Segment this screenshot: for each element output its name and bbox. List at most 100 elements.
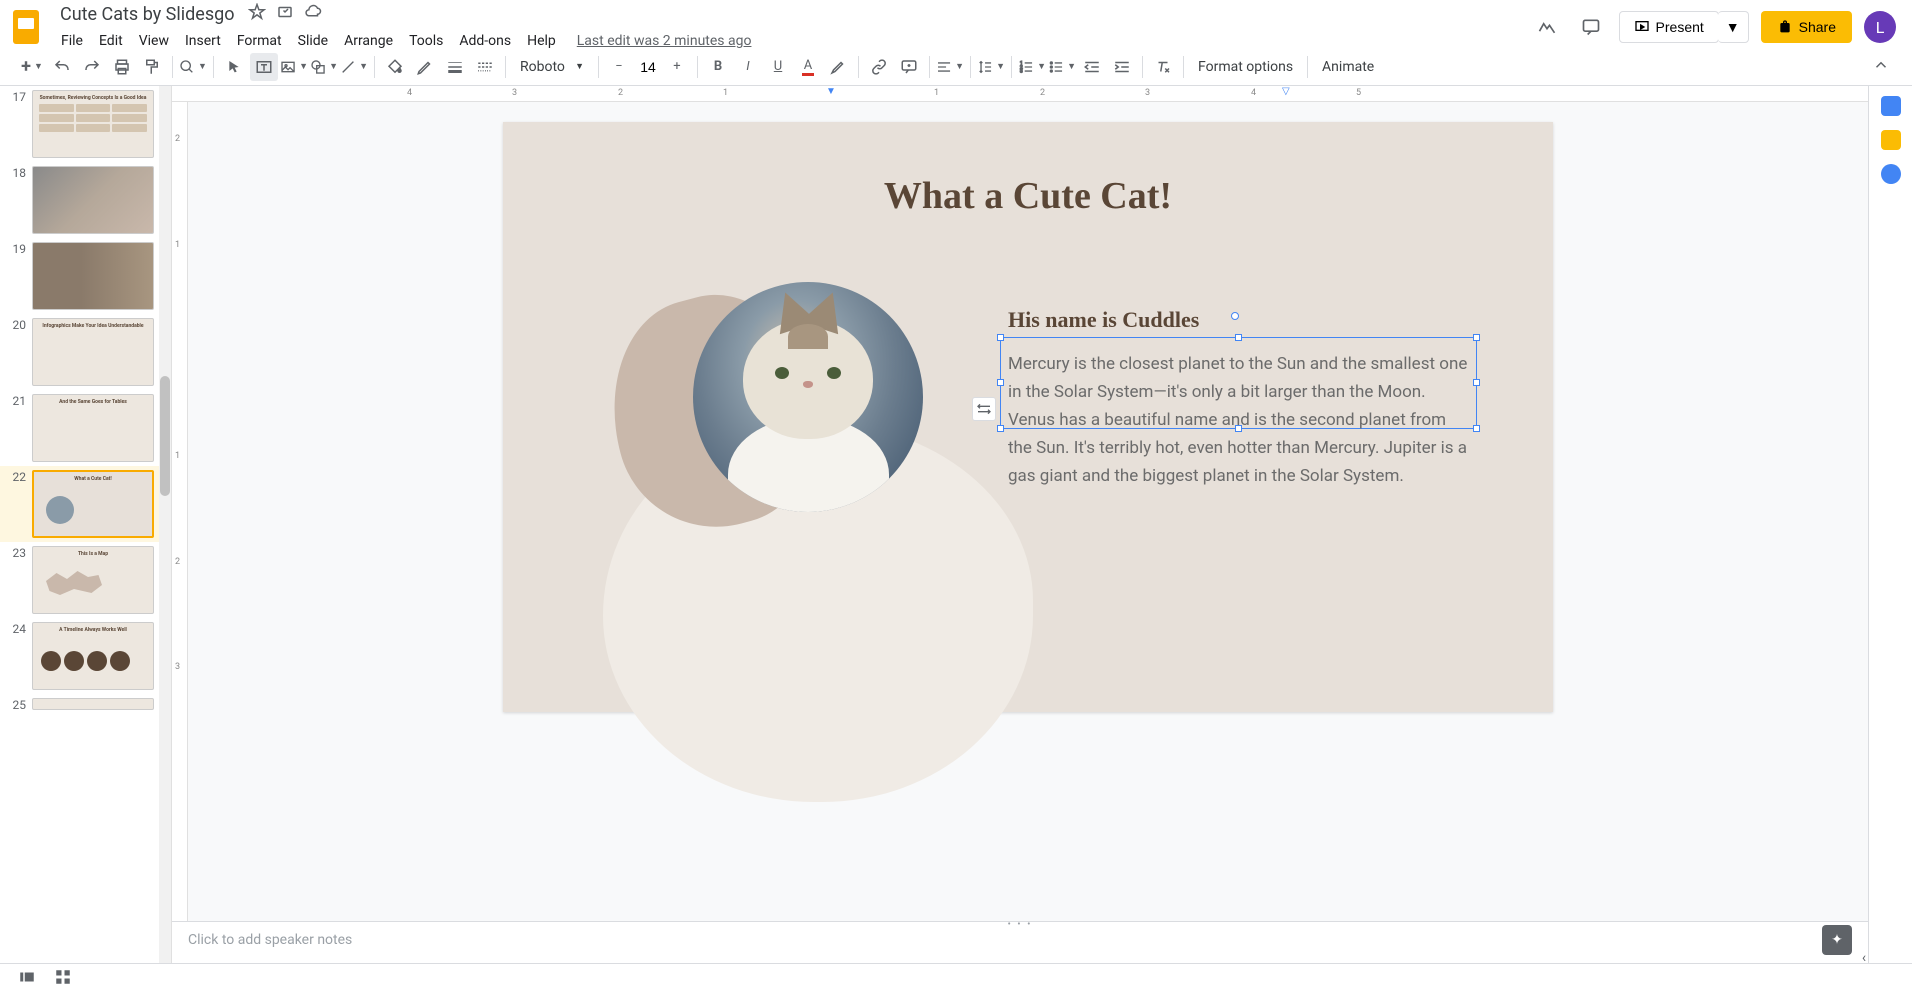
border-dash-button[interactable] bbox=[471, 53, 499, 81]
new-slide-button[interactable]: +▼ bbox=[18, 53, 46, 81]
align-button[interactable]: ▼ bbox=[936, 53, 964, 81]
print-button[interactable] bbox=[108, 53, 136, 81]
expand-right-panel[interactable]: ‹ bbox=[1854, 943, 1874, 973]
slide-body-text[interactable]: Mercury is the closest planet to the Sun… bbox=[1008, 350, 1468, 490]
move-icon[interactable] bbox=[276, 3, 294, 25]
selection-handle-n[interactable] bbox=[1235, 334, 1242, 341]
grid-view-icon[interactable] bbox=[54, 968, 72, 990]
clear-formatting-button[interactable] bbox=[1149, 53, 1177, 81]
paint-format-button[interactable] bbox=[138, 53, 166, 81]
comment-button[interactable] bbox=[895, 53, 923, 81]
border-weight-button[interactable] bbox=[441, 53, 469, 81]
animate-button[interactable]: Animate bbox=[1314, 55, 1382, 79]
zoom-button[interactable]: ▼ bbox=[179, 53, 207, 81]
doc-title[interactable]: Cute Cats by Slidesgo bbox=[54, 2, 240, 27]
font-size-increase[interactable]: + bbox=[663, 53, 691, 81]
numbered-list-button[interactable]: 123▼ bbox=[1018, 53, 1046, 81]
line-tool[interactable]: ▼ bbox=[340, 53, 368, 81]
horizontal-ruler[interactable]: 4 3 2 1 1 2 3 4 5 ▼ ▽ bbox=[172, 86, 1868, 102]
selection-handle-sw[interactable] bbox=[997, 425, 1004, 432]
text-color-button[interactable]: A bbox=[794, 53, 822, 81]
present-dropdown[interactable]: ▼ bbox=[1718, 11, 1749, 43]
menu-arrange[interactable]: Arrange bbox=[337, 29, 400, 53]
selection-handle-se[interactable] bbox=[1473, 425, 1480, 432]
image-tool[interactable]: ▼ bbox=[280, 53, 308, 81]
highlight-button[interactable] bbox=[824, 53, 852, 81]
indent-marker-right[interactable]: ▽ bbox=[1282, 86, 1290, 97]
slide-number: 17 bbox=[10, 90, 26, 158]
textbox-tool[interactable] bbox=[250, 53, 278, 81]
indent-increase-button[interactable] bbox=[1108, 53, 1136, 81]
menu-edit[interactable]: Edit bbox=[92, 29, 130, 53]
collapse-toolbar-button[interactable] bbox=[1868, 52, 1894, 82]
slide-thumb-17[interactable]: Sometimes, Reviewing Concepts Is a Good … bbox=[32, 90, 154, 158]
font-family-select[interactable]: Roboto▼ bbox=[512, 55, 592, 79]
notes-resize-grip[interactable]: • • • bbox=[1007, 919, 1032, 930]
keep-icon[interactable] bbox=[1881, 130, 1901, 150]
border-color-button[interactable] bbox=[411, 53, 439, 81]
sidebar-scrollbar-thumb[interactable] bbox=[160, 376, 170, 496]
slide-number: 24 bbox=[10, 622, 26, 690]
slide-thumb-19[interactable] bbox=[32, 242, 154, 310]
cat-image[interactable] bbox=[693, 282, 923, 512]
bold-button[interactable]: B bbox=[704, 53, 732, 81]
undo-button[interactable] bbox=[48, 53, 76, 81]
slides-logo[interactable] bbox=[8, 9, 44, 45]
activity-icon[interactable] bbox=[1531, 11, 1563, 43]
slide-canvas[interactable]: What a Cute Cat! His name is Cuddles bbox=[503, 122, 1553, 712]
share-label: Share bbox=[1799, 19, 1836, 35]
slide-title[interactable]: What a Cute Cat! bbox=[503, 174, 1553, 218]
slide-thumb-20[interactable]: Infographics Make Your Idea Understandab… bbox=[32, 318, 154, 386]
underline-button[interactable]: U bbox=[764, 53, 792, 81]
indent-decrease-button[interactable] bbox=[1078, 53, 1106, 81]
cloud-icon[interactable] bbox=[304, 3, 322, 25]
comments-icon[interactable] bbox=[1575, 11, 1607, 43]
shape-tool[interactable]: ▼ bbox=[310, 53, 338, 81]
menu-view[interactable]: View bbox=[132, 29, 176, 53]
last-edit-link[interactable]: Last edit was 2 minutes ago bbox=[577, 33, 752, 49]
fill-color-button[interactable] bbox=[381, 53, 409, 81]
menu-format[interactable]: Format bbox=[230, 29, 289, 53]
avatar[interactable]: L bbox=[1864, 11, 1896, 43]
line-spacing-button[interactable]: ▼ bbox=[977, 53, 1005, 81]
share-button[interactable]: Share bbox=[1761, 11, 1852, 43]
star-icon[interactable] bbox=[248, 3, 266, 25]
autofit-options-icon[interactable] bbox=[972, 397, 996, 421]
selection-handle-e[interactable] bbox=[1473, 379, 1480, 386]
slide-number: 23 bbox=[10, 546, 26, 614]
link-button[interactable] bbox=[865, 53, 893, 81]
selection-handle-w[interactable] bbox=[997, 379, 1004, 386]
speaker-notes[interactable]: • • • Click to add speaker notes ✦ ‹ bbox=[172, 921, 1868, 963]
menu-file[interactable]: File bbox=[54, 29, 90, 53]
tasks-icon[interactable] bbox=[1881, 164, 1901, 184]
calendar-icon[interactable] bbox=[1881, 96, 1901, 116]
font-size-input[interactable] bbox=[633, 55, 663, 79]
slide-thumb-21[interactable]: And the Same Goes for Tables bbox=[32, 394, 154, 462]
indent-marker-left[interactable]: ▼ bbox=[826, 86, 836, 97]
selection-handle-ne[interactable] bbox=[1473, 334, 1480, 341]
rotation-handle[interactable] bbox=[1231, 312, 1239, 320]
explore-button[interactable]: ✦ bbox=[1822, 925, 1852, 955]
bullet-list-button[interactable]: ▼ bbox=[1048, 53, 1076, 81]
redo-button[interactable] bbox=[78, 53, 106, 81]
italic-button[interactable]: I bbox=[734, 53, 762, 81]
slide-thumb-18[interactable] bbox=[32, 166, 154, 234]
slide-thumb-22[interactable]: What a Cute Cat! bbox=[32, 470, 154, 538]
font-size-decrease[interactable]: − bbox=[605, 53, 633, 81]
present-button[interactable]: Present bbox=[1619, 11, 1719, 43]
slide-thumb-25[interactable] bbox=[32, 698, 154, 710]
menu-help[interactable]: Help bbox=[520, 29, 563, 53]
vertical-ruler[interactable]: 2 1 1 2 3 bbox=[172, 102, 188, 963]
menu-insert[interactable]: Insert bbox=[178, 29, 228, 53]
menu-tools[interactable]: Tools bbox=[402, 29, 450, 53]
slide-subtitle[interactable]: His name is Cuddles bbox=[1008, 307, 1199, 333]
select-tool[interactable] bbox=[220, 53, 248, 81]
slide-thumb-24[interactable]: A Timeline Always Works Well bbox=[32, 622, 154, 690]
slide-panel[interactable]: 17 Sometimes, Reviewing Concepts Is a Go… bbox=[0, 86, 172, 963]
slide-thumb-23[interactable]: This Is a Map bbox=[32, 546, 154, 614]
menu-addons[interactable]: Add-ons bbox=[452, 29, 518, 53]
menu-slide[interactable]: Slide bbox=[291, 29, 335, 53]
filmstrip-view-icon[interactable] bbox=[18, 968, 36, 990]
format-options-button[interactable]: Format options bbox=[1190, 55, 1301, 79]
selection-handle-nw[interactable] bbox=[997, 334, 1004, 341]
